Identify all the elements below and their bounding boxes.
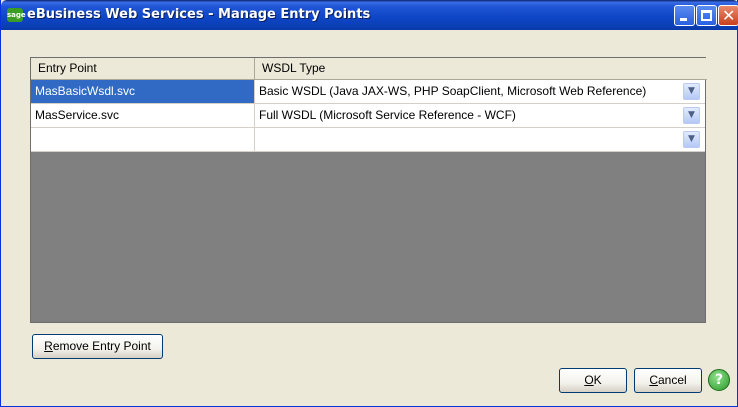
minimize-button[interactable] [674,5,695,26]
cancel-button-mnemonic: C [649,373,658,387]
chevron-down-icon: ▼ [688,110,695,120]
dialog-window: sage eBusiness Web Services - Manage Ent… [0,0,738,407]
wsdl-type-dropdown-button[interactable]: ▼ [683,83,700,100]
window-title: eBusiness Web Services - Manage Entry Po… [27,7,371,22]
grid-row[interactable]: MasBasicWsdl.svc Basic WSDL (Java JAX-WS… [31,80,705,104]
sage-logo-icon: sage [7,8,26,22]
column-header-entry-point[interactable]: Entry Point [31,58,255,79]
ok-button[interactable]: OK [559,368,627,393]
maximize-icon [701,10,712,21]
grid-row-new[interactable]: ▼ [31,128,705,152]
wsdl-type-cell[interactable] [255,128,681,151]
minimize-icon [680,18,687,21]
close-icon: ✕ [722,6,736,25]
wsdl-type-dropdown-button[interactable]: ▼ [683,131,700,148]
wsdl-type-dropdown-button[interactable]: ▼ [683,107,700,124]
chevron-down-icon: ▼ [688,86,695,96]
entry-point-cell[interactable]: MasService.svc [31,104,255,127]
entry-point-cell[interactable] [31,128,255,151]
help-icon: ? [714,372,724,388]
ok-button-mnemonic: O [584,373,594,387]
close-button[interactable]: ✕ [718,5,738,26]
remove-button-label: emove Entry Point [52,339,151,353]
cancel-button[interactable]: Cancel [634,368,702,393]
cancel-button-label: ancel [657,373,687,387]
maximize-button[interactable] [696,5,717,26]
help-button[interactable]: ? [708,369,730,391]
entry-point-cell[interactable]: MasBasicWsdl.svc [31,80,255,103]
entry-points-grid[interactable]: Entry Point WSDL Type MasBasicWsdl.svc B… [30,57,707,323]
wsdl-type-cell[interactable]: Full WSDL (Microsoft Service Reference -… [255,104,681,127]
chevron-down-icon: ▼ [688,134,695,144]
grid-row[interactable]: MasService.svc Full WSDL (Microsoft Serv… [31,104,705,128]
grid-header: Entry Point WSDL Type [31,58,707,80]
remove-entry-point-button[interactable]: Remove Entry Point [32,334,163,359]
ok-button-label: K [593,373,602,387]
remove-button-mnemonic: R [44,339,53,353]
wsdl-type-cell[interactable]: Basic WSDL (Java JAX-WS, PHP SoapClient,… [255,80,681,103]
title-bar[interactable]: sage eBusiness Web Services - Manage Ent… [1,0,738,30]
column-header-wsdl-type[interactable]: WSDL Type [255,58,705,79]
